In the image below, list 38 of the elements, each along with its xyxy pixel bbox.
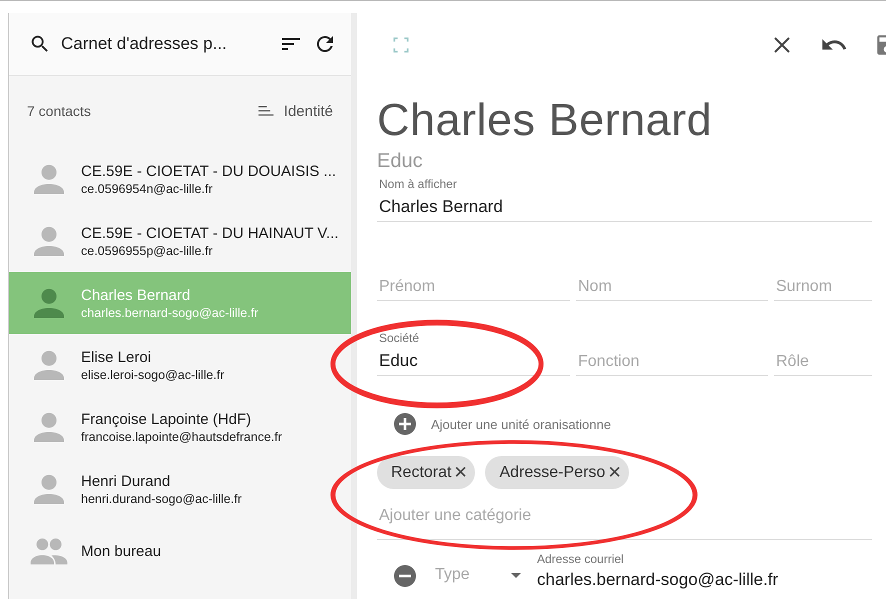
contact-email: ce.0596955p@ac-lille.fr xyxy=(81,244,214,258)
contact-title: Charles Bernard xyxy=(377,93,714,147)
dropdown-caret-icon xyxy=(511,572,521,578)
contact-name: CE.59E - CIOETAT - DU HAINAUT V... xyxy=(81,224,339,242)
field-label: Nom à afficher xyxy=(379,177,458,191)
contact-name: Elise Leroi xyxy=(81,348,152,366)
field-label: Adresse courriel xyxy=(537,552,625,566)
contact-item[interactable]: Françoise Lapointe (HdF) francoise.lapointe@hautsdefrance.fr xyxy=(9,396,351,458)
contact-count: 7 contacts xyxy=(27,103,91,119)
field-label: Société xyxy=(379,331,420,345)
category-chip[interactable]: Rectorat✕ xyxy=(377,456,476,489)
contact-item[interactable]: Elise Leroi elise.leroi-sogo@ac-lille.fr xyxy=(9,334,351,396)
remove-chip-icon[interactable]: ✕ xyxy=(607,462,622,483)
contact-item[interactable]: CE.59E - CIOETAT - DU DOUAISIS ... ce.0596954n@ac-lille.fr xyxy=(9,148,351,210)
contact-email: ce.0596954n@ac-lille.fr xyxy=(81,182,214,196)
sort-button[interactable]: Identité xyxy=(256,101,333,121)
addressbook-title: Carnet d'adresses p... xyxy=(61,34,228,54)
contact-email: francoise.lapointe@hautsdefrance.fr xyxy=(81,430,282,444)
add-unit-link[interactable]: Ajouter une unité oranisationne xyxy=(431,416,611,432)
contact-item[interactable]: CE.59E - CIOETAT - DU HAINAUT V... ce.0596955p@ac-lille.fr xyxy=(9,210,351,272)
remove-chip-icon[interactable]: ✕ xyxy=(453,462,468,483)
contact-subtitle: Educ xyxy=(377,149,424,173)
contact-email: elise.leroi-sogo@ac-lille.fr xyxy=(81,368,224,382)
contact-email: henri.durand-sogo@ac-lille.fr xyxy=(81,492,242,506)
contact-name: Françoise Lapointe (HdF) xyxy=(81,410,252,428)
add-circle-icon[interactable] xyxy=(393,412,417,436)
display-name-field[interactable]: Nom à afficher Charles Bernard xyxy=(377,173,872,222)
contact-name: CE.59E - CIOETAT - DU DOUAISIS ... xyxy=(81,162,336,180)
contact-name: Mon bureau xyxy=(81,542,162,560)
company-field[interactable]: Société Educ xyxy=(377,327,570,376)
remove-circle-icon[interactable] xyxy=(393,564,417,588)
contact-name: Charles Bernard xyxy=(81,286,192,304)
contact-name: Henri Durand xyxy=(81,472,172,490)
contact-item[interactable]: Henri Durand henri.durand-sogo@ac-lille.fr xyxy=(9,458,351,520)
email-field[interactable]: Adresse courriel charles.bernard-sogo@ac-lille.fr xyxy=(537,552,778,590)
category-chip[interactable]: Adresse-Perso✕ xyxy=(485,456,630,489)
contact-email: charles.bernard-sogo@ac-lille.fr xyxy=(81,306,258,320)
contact-item[interactable]: Mon bureau xyxy=(9,520,351,582)
